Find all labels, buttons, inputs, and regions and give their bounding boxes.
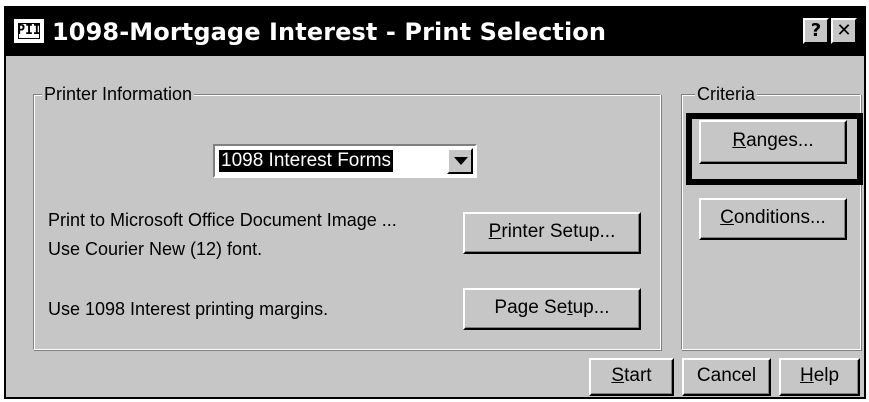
chevron-down-icon[interactable]: [447, 148, 473, 174]
margins-info-text: Use 1098 Interest printing margins.: [48, 299, 329, 319]
page-setup-button[interactable]: Page Setup...: [463, 288, 641, 330]
forms-select-value: 1098 Interest Forms: [217, 149, 395, 173]
start-button[interactable]: Start: [589, 358, 674, 396]
help-button[interactable]: Help: [779, 358, 860, 396]
help-label-post: elp: [813, 365, 840, 386]
font-info-text: Use Courier New (12) font.: [48, 239, 263, 259]
cancel-button[interactable]: Cancel: [682, 358, 771, 396]
help-icon[interactable]: ?: [803, 18, 829, 44]
window-title: 1098-Mortgage Interest - Print Selection: [52, 18, 607, 46]
page-setup-label-pre: Page Se: [494, 297, 568, 318]
conditions-button[interactable]: Conditions...: [699, 198, 847, 240]
print-selection-dialog: PII 1098-Mortgage Interest - Print Selec…: [4, 6, 866, 399]
forms-select[interactable]: 1098 Interest Forms: [213, 144, 477, 178]
title-bar[interactable]: PII 1098-Mortgage Interest - Print Selec…: [6, 8, 864, 56]
printer-target-text: Print to Microsoft Office Document Image…: [48, 210, 397, 230]
page-setup-label-post: up...: [572, 297, 610, 318]
close-icon[interactable]: ✕: [831, 18, 857, 44]
printer-setup-label-post: rinter Setup...: [501, 221, 616, 242]
conditions-hotkey: C: [720, 207, 734, 228]
app-icon: PII: [14, 19, 44, 43]
printer-information-legend: Printer Information: [42, 84, 195, 104]
help-hotkey: H: [799, 365, 814, 386]
start-hotkey: S: [611, 365, 625, 386]
printer-setup-hotkey: P: [488, 221, 502, 242]
criteria-legend: Criteria: [695, 84, 758, 104]
conditions-label-post: onditions...: [733, 207, 826, 228]
ranges-hotkey: R: [732, 130, 747, 151]
start-label-post: tart: [624, 365, 652, 386]
ranges-button[interactable]: Ranges...: [699, 120, 847, 164]
ranges-label-post: anges...: [746, 130, 814, 151]
printer-setup-button[interactable]: Printer Setup...: [463, 212, 641, 254]
